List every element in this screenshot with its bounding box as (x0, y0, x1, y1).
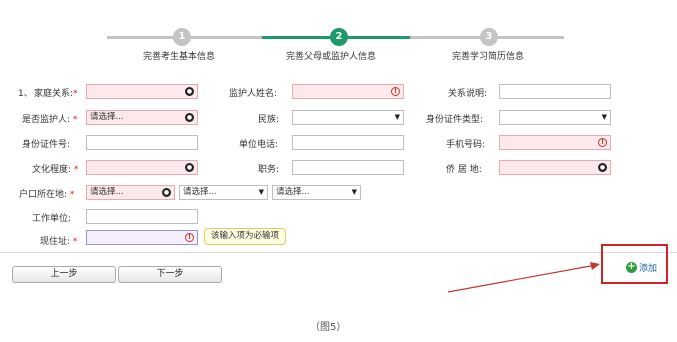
pointer-arrow (447, 262, 600, 293)
arrow-head (590, 262, 600, 270)
arrow-line (447, 264, 597, 293)
figure-caption: （图5） (310, 322, 347, 333)
